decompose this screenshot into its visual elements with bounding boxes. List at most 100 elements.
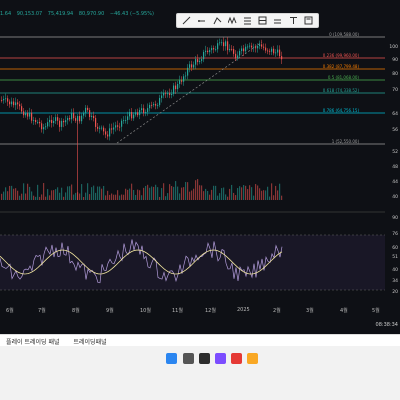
candle-body [25,113,27,116]
fib-extension-icon[interactable] [257,15,268,26]
fib-retracement-icon[interactable] [242,15,253,26]
candle-body [43,127,45,130]
time-tick-label: 5월 [372,308,380,314]
fib-level-label: 0 (109,588.00) [329,32,359,37]
candle-body [75,118,77,121]
candle-body [119,126,121,128]
candle-body [133,114,135,119]
volume-bar [49,195,51,200]
volume-bar [155,184,157,200]
volume-bar [77,192,79,200]
pitchfork-icon[interactable] [212,15,223,26]
fib-level-label: 0.382 (87,799.48) [323,64,360,69]
volume-bar [3,191,5,200]
ohlc-low: 75,419.94 [47,11,74,17]
candle-body [115,125,117,128]
candle-body [141,108,143,111]
candle-body [257,46,259,49]
candle-body [275,52,277,54]
volume-bar [257,185,259,200]
volume-bar [71,184,73,200]
volume-bar [161,188,163,200]
volume-bar [123,194,125,200]
candle-body [137,112,139,116]
volume-bar [53,190,55,200]
time-tick-label: 3월 [306,308,314,314]
volume-bar [143,187,145,200]
candle-body [273,48,275,54]
volume-bar [55,189,57,200]
candle-body [1,100,3,101]
volume-bar [147,184,149,200]
volume-bar [39,196,41,200]
volume-bar [109,194,111,200]
candle-body [165,92,167,94]
volume-bar [15,188,17,200]
candle-body [239,50,241,56]
candle-body [113,127,115,130]
candle-body [53,120,55,123]
price-tick-label: 90 [392,58,398,63]
volume-bar [21,193,23,200]
volume-bar [211,189,213,200]
browser-icon[interactable] [231,353,242,364]
volume-bar [177,186,179,200]
candle-body [95,118,97,127]
volume-bar [25,193,27,200]
file-explorer-icon[interactable] [247,353,258,364]
volume-bar [209,194,211,200]
volume-bar [255,184,257,200]
rsi-indicator [0,234,385,291]
rsi-band [0,235,385,290]
drawing-toolbar [176,13,319,28]
candle-body [195,59,197,65]
search-icon[interactable] [183,353,194,364]
volume-bar [273,195,275,200]
volume-bar [87,183,89,200]
volume-bar [201,185,203,200]
windows-start-icon[interactable] [166,353,177,364]
candle-body [179,80,181,84]
candle-body [217,43,219,50]
ohlc-change: −46.43 (−5.95%) [109,11,154,17]
price-tick-label: 40 [392,195,398,200]
volume-bar [197,179,199,200]
app-icon[interactable] [215,353,226,364]
fib-level-label: 0.618 (74,338.52) [323,88,360,93]
volume-bar [85,192,87,200]
volume-bar [205,188,207,200]
candle-body [281,56,283,60]
volume-bar [281,195,283,200]
candle-body [233,49,235,54]
candle-body [59,120,61,127]
rsi-tick-label: 60 [392,246,398,251]
volume-bar [203,191,205,200]
text-icon[interactable] [288,15,299,26]
horizontal-ray-icon[interactable] [272,15,283,26]
volume-bar [45,196,47,200]
volume-bar [129,188,131,200]
fib-level-label: 1 (52,550.00) [332,139,360,144]
volume-bar [119,195,121,200]
zigzag-icon[interactable] [227,15,238,26]
terminal-icon[interactable] [199,353,210,364]
note-icon[interactable] [303,15,314,26]
candle-body [255,47,257,49]
candle-body [221,42,223,44]
candle-body [17,102,19,105]
candle-body [169,93,171,96]
volume-bar [251,187,253,200]
candle-body [219,42,221,44]
volume-bar [243,185,245,200]
candle-body [177,83,179,90]
volume-bar [271,183,273,200]
candle-body [45,126,47,128]
trend-line-icon[interactable] [181,15,192,26]
tab-trading-panel-2[interactable]: 트레이딩패널 [74,337,107,346]
candle-body [117,125,119,127]
candle-body [49,119,51,123]
ray-icon[interactable] [196,15,207,26]
fib-level-label: 0.236 (99,960.00) [323,53,360,58]
candle-body [235,53,237,59]
tab-trading-panel[interactable]: 플레이 트레이딩 패널 [6,337,60,346]
